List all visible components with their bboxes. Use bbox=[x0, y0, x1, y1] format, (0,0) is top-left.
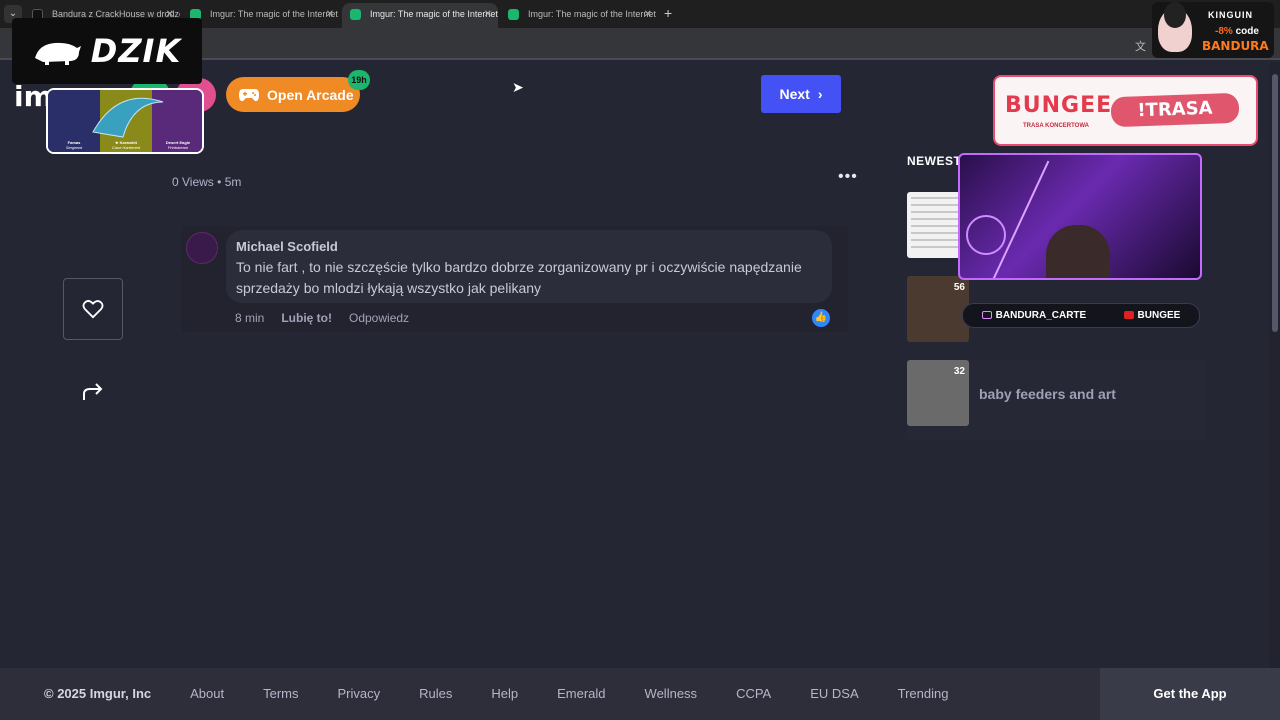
kinguin-discount: -8% code bbox=[1202, 26, 1272, 37]
boar-icon bbox=[34, 42, 81, 65]
footer-link-trending[interactable]: Trending bbox=[898, 686, 949, 701]
arcade-item-sub: Sergeant bbox=[65, 145, 83, 150]
page-scrollbar[interactable] bbox=[1270, 62, 1280, 668]
comment-bubble: Michael Scofield To nie fart , to nie sz… bbox=[226, 230, 832, 303]
footer-links: © 2025 Imgur, Inc About Terms Privacy Ru… bbox=[44, 686, 987, 701]
close-tab-icon[interactable]: ✕ bbox=[326, 3, 334, 26]
like-link[interactable]: Lubię to! bbox=[281, 311, 332, 325]
instagram-icon bbox=[981, 311, 992, 319]
favorite-button[interactable] bbox=[63, 278, 123, 340]
imgur-icon bbox=[508, 9, 519, 20]
imgur-icon bbox=[350, 9, 361, 20]
code-word: code bbox=[1235, 26, 1259, 37]
close-tab-icon[interactable]: ✕ bbox=[484, 3, 492, 26]
arcade-item-sub: Case Hardened bbox=[111, 145, 141, 150]
newest-post-item[interactable]: 32 baby feeders and art bbox=[907, 360, 1207, 440]
footer-link-terms[interactable]: Terms bbox=[263, 686, 298, 701]
translate-icon[interactable]: 文 bbox=[1135, 38, 1146, 54]
dot-separator: • bbox=[217, 175, 225, 189]
ad-subtitle: TRASA KONCERTOWA bbox=[1023, 123, 1089, 129]
youtube-handle: BUNGEE bbox=[1123, 310, 1181, 321]
next-post-button[interactable]: Next › bbox=[761, 75, 841, 113]
streamer-webcam-overlay bbox=[958, 153, 1202, 280]
new-tab-icon[interactable]: + bbox=[664, 5, 672, 21]
chevron-right-icon: › bbox=[817, 86, 823, 102]
youtube-label: BUNGEE bbox=[1137, 310, 1181, 321]
kinguin-logo: KINGUIN bbox=[1208, 10, 1253, 20]
dzik-logo: DZIK bbox=[90, 32, 182, 70]
thumbnail-count: 56 bbox=[953, 282, 965, 293]
thumbs-up-icon: 👍 bbox=[812, 309, 830, 327]
tab-title: Imgur: The magic of the Internet bbox=[210, 9, 338, 19]
share-icon[interactable] bbox=[80, 378, 106, 404]
open-arcade-button[interactable]: Open Arcade bbox=[226, 77, 360, 112]
browser-tab-active[interactable]: Imgur: The magic of the Internet ✕ bbox=[342, 3, 498, 28]
dzik-overlay: DZIK bbox=[12, 18, 202, 84]
bungee-logo: BUNGEE bbox=[1005, 93, 1113, 118]
more-options-icon[interactable]: ••• bbox=[838, 168, 858, 186]
newest-post-thumbnail: 32 bbox=[907, 360, 969, 426]
reply-link[interactable]: Odpowiedz bbox=[349, 311, 409, 325]
comment-text: To nie fart , to nie szczęście tylko bar… bbox=[236, 259, 802, 296]
open-arcade-label: Open Arcade bbox=[267, 86, 354, 103]
footer-link-wellness[interactable]: Wellness bbox=[645, 686, 698, 701]
view-count: 0 Views bbox=[172, 175, 214, 189]
bungee-ad[interactable]: BUNGEE TRASA KONCERTOWA !TRASA bbox=[993, 75, 1258, 146]
page-footer: © 2025 Imgur, Inc About Terms Privacy Ru… bbox=[0, 668, 1100, 720]
kinguin-overlay: KINGUIN -8% code BANDURA bbox=[1152, 2, 1274, 58]
comment-author[interactable]: Michael Scofield bbox=[236, 239, 822, 254]
newest-post-thumbnail[interactable]: 56 bbox=[907, 276, 969, 342]
kinguin-code: BANDURA bbox=[1202, 39, 1269, 53]
arcade-timer-badge: 19h bbox=[348, 70, 370, 90]
footer-link-ccpa[interactable]: CCPA bbox=[736, 686, 771, 701]
instagram-label: BANDURA_CARTE bbox=[995, 310, 1087, 321]
streamer-socials: BANDURA_CARTE BUNGEE bbox=[962, 303, 1200, 328]
avatar[interactable] bbox=[186, 232, 218, 264]
footer-link-help[interactable]: Help bbox=[491, 686, 518, 701]
footer-link-emerald[interactable]: Emerald bbox=[557, 686, 605, 701]
next-label: Next bbox=[779, 86, 810, 102]
browser-tab[interactable]: Imgur: The magic of the Internet ✕ bbox=[182, 3, 340, 28]
streamer-figure bbox=[1046, 225, 1110, 278]
thumbnail-count: 32 bbox=[953, 366, 965, 377]
tab-title: Imgur: The magic of the Internet bbox=[370, 9, 498, 19]
neon-logo-icon bbox=[966, 215, 1006, 255]
close-tab-icon[interactable]: ✕ bbox=[644, 3, 652, 26]
heart-icon bbox=[82, 300, 104, 319]
footer-link-privacy[interactable]: Privacy bbox=[338, 686, 381, 701]
gamepad-icon bbox=[239, 88, 259, 101]
post-age: 5m bbox=[224, 175, 242, 189]
karambit-knife-icon bbox=[92, 97, 164, 138]
footer-link-about[interactable]: About bbox=[190, 686, 224, 701]
copyright: © 2025 Imgur, Inc bbox=[44, 686, 152, 701]
footer-link-eu-dsa[interactable]: EU DSA bbox=[810, 686, 858, 701]
tab-title: Imgur: The magic of the Internet bbox=[528, 9, 656, 19]
post-meta: 0 Views • 5m bbox=[172, 175, 241, 189]
get-the-app-button[interactable]: Get the App bbox=[1100, 668, 1280, 720]
instagram-handle: BANDURA_CARTE bbox=[981, 310, 1087, 321]
tour-label: !TRASA bbox=[1110, 92, 1240, 128]
arcade-preview-card[interactable]: Famas Sergeant ★ Karambit Case Hardened De… bbox=[46, 88, 204, 154]
browser-tab[interactable]: Imgur: The magic of the Internet ✕ bbox=[500, 3, 658, 28]
discount-value: -8% bbox=[1215, 26, 1233, 37]
penguin-mascot-icon bbox=[1158, 2, 1192, 52]
newest-heading: NEWEST bbox=[907, 154, 962, 168]
comment-time[interactable]: 8 min bbox=[235, 311, 264, 325]
scrollbar-thumb[interactable] bbox=[1272, 74, 1278, 332]
arcade-item-sub: Printstream bbox=[167, 145, 189, 150]
facebook-comment: Michael Scofield To nie fart , to nie sz… bbox=[182, 226, 848, 332]
footer-link-rules[interactable]: Rules bbox=[419, 686, 452, 701]
post-title: baby feeders and art bbox=[979, 386, 1116, 402]
comment-actions: 8 min Lubię to! Odpowiedz bbox=[235, 311, 409, 325]
mouse-cursor-icon: ➤ bbox=[512, 79, 524, 95]
youtube-icon bbox=[1123, 311, 1134, 319]
